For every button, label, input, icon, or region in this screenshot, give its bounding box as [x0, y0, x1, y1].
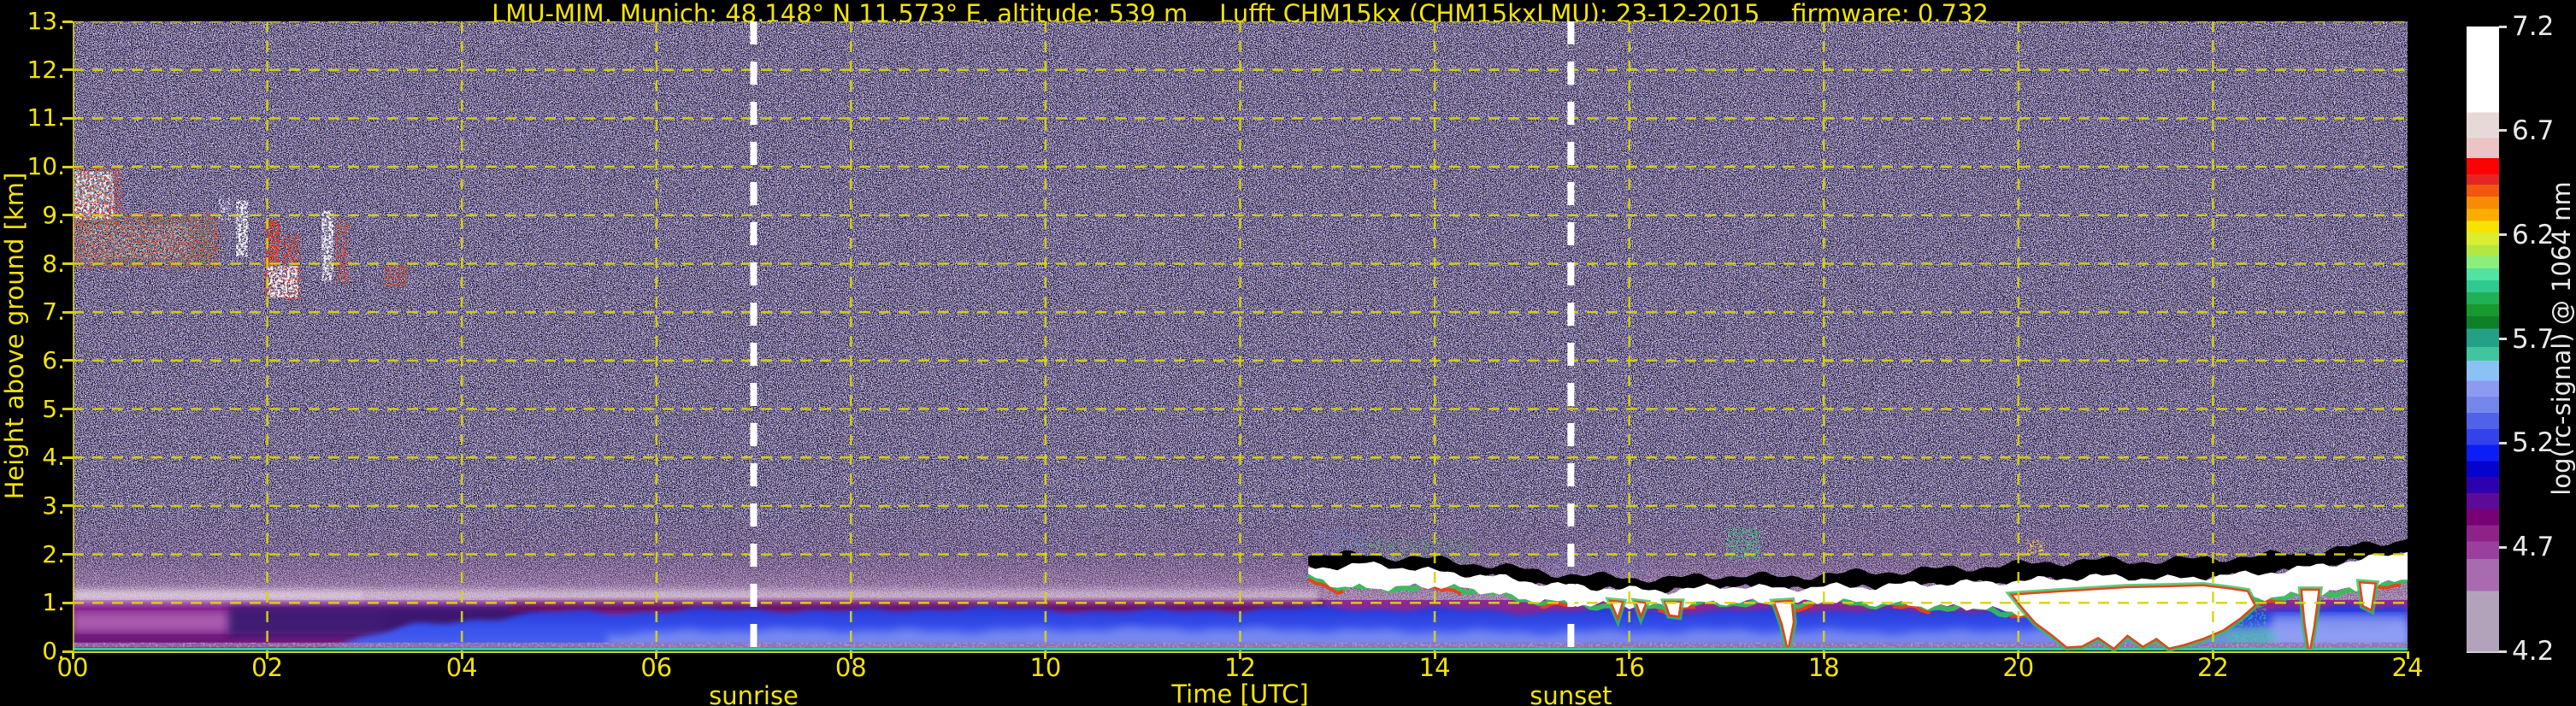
colorbar-tick-mark — [2499, 25, 2507, 28]
y-tick-label: 9. — [42, 200, 65, 229]
y-tick-mark — [62, 553, 73, 556]
heatmap-canvas — [73, 21, 2408, 651]
x-tick-mark — [1239, 651, 1241, 659]
colorbar-tick-label: 7.2 — [2512, 11, 2555, 42]
colorbar-tick-mark — [2499, 650, 2507, 653]
ceilometer-quicklook-figure: LMU-MIM, Munich; 48.148° N 11.573° E, al… — [0, 0, 2576, 706]
y-tick-label: 8. — [42, 249, 65, 278]
y-tick-label: 2. — [42, 539, 65, 568]
colorbar — [2467, 26, 2499, 653]
y-tick-mark — [62, 504, 73, 508]
y-tick-mark — [62, 116, 73, 120]
x-tick-mark — [460, 651, 463, 659]
y-tick-label: 1. — [42, 588, 65, 617]
y-tick-mark — [62, 20, 73, 23]
x-tick-mark — [2211, 651, 2214, 659]
x-axis-label: Time [UTC] — [1171, 680, 1309, 706]
x-tick-mark — [2017, 651, 2020, 659]
colorbar-tick-mark — [2499, 441, 2507, 444]
colorbar-tick-mark — [2499, 129, 2507, 132]
y-tick-label: 13. — [27, 7, 65, 35]
colorbar-tick-label: 6.7 — [2512, 115, 2555, 146]
y-tick-mark — [62, 456, 73, 459]
y-tick-label: 4. — [42, 443, 65, 472]
y-tick-label: 6. — [42, 345, 65, 374]
y-tick-label: 5. — [42, 394, 65, 423]
plot-area — [73, 21, 2408, 653]
colorbar-tick-label: 4.2 — [2512, 636, 2555, 667]
x-tick-mark — [1628, 651, 1631, 659]
y-tick-mark — [62, 68, 73, 72]
colorbar-tick-mark — [2499, 338, 2507, 340]
y-tick-mark — [62, 214, 73, 217]
y-tick-mark — [62, 601, 73, 604]
x-tick-mark — [71, 651, 74, 659]
colorbar-tick-label: 4.7 — [2512, 532, 2555, 563]
y-tick-label: 12. — [27, 55, 65, 84]
colorbar-gradient — [2467, 26, 2499, 651]
x-tick-mark — [1433, 651, 1436, 659]
y-tick-mark — [62, 165, 73, 168]
colorbar-tick-mark — [2499, 545, 2507, 549]
sunrise-annotation: sunrise — [709, 681, 799, 706]
y-tick-label: 3. — [42, 491, 65, 520]
y-tick-label: 11. — [27, 103, 65, 132]
colorbar-label: log(rc-signal) @ 1064 nm — [2547, 181, 2576, 496]
x-tick-mark — [1044, 651, 1047, 659]
x-tick-mark — [849, 651, 852, 659]
y-tick-label: 10. — [27, 152, 65, 181]
y-tick-mark — [62, 262, 73, 265]
y-tick-label: 7. — [42, 297, 65, 327]
y-tick-mark — [62, 310, 73, 314]
x-tick-mark — [1822, 651, 1825, 659]
sunset-annotation: sunset — [1530, 681, 1612, 706]
y-tick-mark — [62, 359, 73, 362]
colorbar-tick-mark — [2499, 233, 2507, 237]
x-tick-mark — [2406, 651, 2409, 659]
y-tick-mark — [62, 408, 73, 410]
x-tick-mark — [655, 651, 658, 659]
x-tick-mark — [266, 651, 269, 659]
